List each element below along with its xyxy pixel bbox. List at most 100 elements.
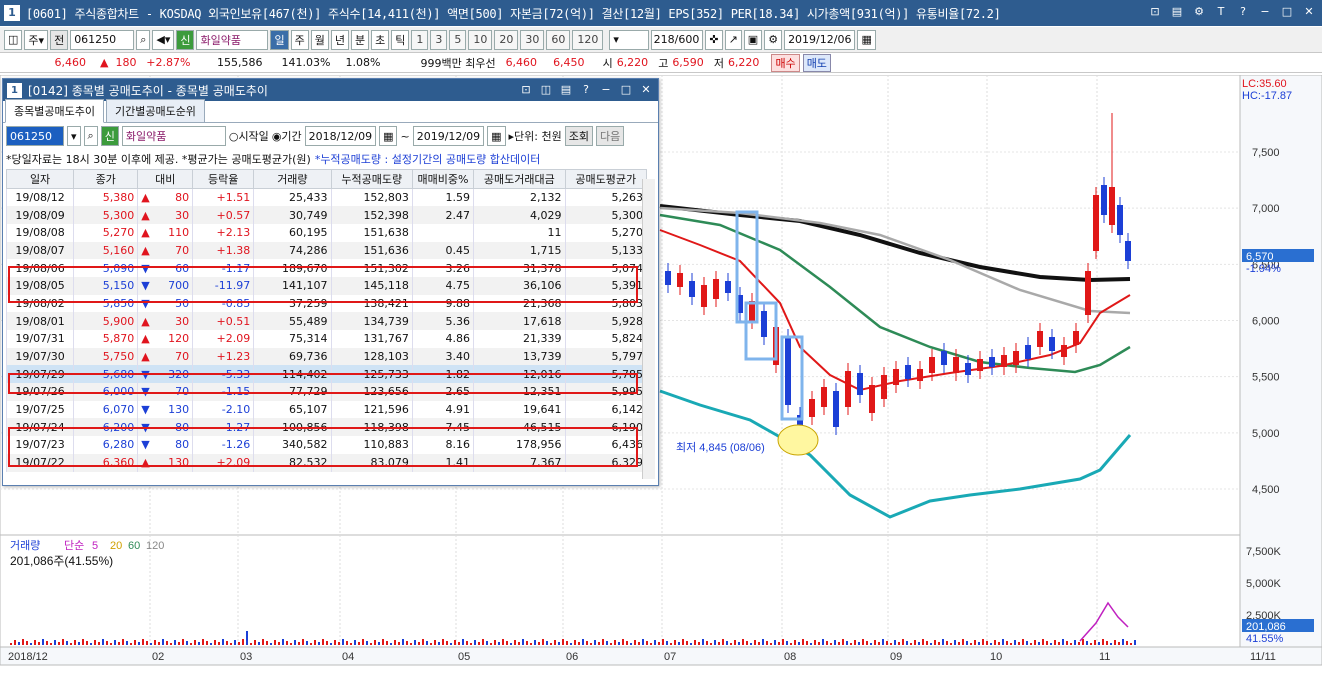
col-date[interactable]: 일자 xyxy=(5,169,75,189)
calendar-icon[interactable]: ▦ xyxy=(857,29,876,50)
cell-volume: 189,670 xyxy=(253,259,332,277)
minimize-icon[interactable]: − xyxy=(1256,4,1274,20)
last-price: 6,570 xyxy=(1246,251,1274,263)
period-second[interactable]: 초 xyxy=(371,29,390,50)
help-icon[interactable]: ? xyxy=(577,82,595,98)
save-icon[interactable]: ▤ xyxy=(557,82,575,98)
period-week[interactable]: 주 xyxy=(290,29,309,50)
interval-20[interactable]: 20 xyxy=(494,29,519,50)
table-row[interactable]: 19/07/23 6,280 ▼ 80 -1.26 340,582 110,883 8.16 1… xyxy=(5,436,648,454)
table-row[interactable]: 19/08/09 5,300 ▲ 30 +0.57 30,749 152,398 2.47 4,… xyxy=(5,206,648,224)
interval-60[interactable]: 60 xyxy=(546,29,571,50)
minimize-icon[interactable]: − xyxy=(597,82,615,98)
volume-bar xyxy=(342,639,344,645)
interval-120[interactable]: 120 xyxy=(572,29,604,50)
radio-start-date[interactable]: ○시작일 xyxy=(229,128,269,144)
close-icon[interactable]: ✕ xyxy=(1300,4,1318,20)
code-input[interactable]: 061250 xyxy=(6,126,64,146)
table-row[interactable]: 19/08/12 5,380 ▲ 80 +1.51 25,433 152,803 1.59 2,… xyxy=(5,188,648,207)
table-row[interactable]: 19/08/07 5,160 ▲ 70 +1.38 74,286 151,636 0.45 1,… xyxy=(5,241,648,260)
interval-dropdown[interactable]: ▾ xyxy=(609,29,650,50)
draw-icon[interactable]: ↗ xyxy=(724,29,742,50)
period-year[interactable]: 년 xyxy=(330,29,349,50)
interval-3[interactable]: 3 xyxy=(430,29,448,50)
help-icon[interactable]: ? xyxy=(1234,4,1252,20)
link-icon[interactable]: ⊡ xyxy=(1146,4,1164,20)
table-row[interactable]: 19/08/08 5,270 ▲ 110 +2.13 60,195 151,638 11 5,2… xyxy=(5,223,648,242)
next-button[interactable]: 다음 xyxy=(595,126,625,146)
period-tick[interactable]: 틱 xyxy=(391,29,410,50)
table-row[interactable]: 19/08/02 5,850 ▼ 50 -0.85 37,259 138,421 9.88 21… xyxy=(5,294,648,313)
maximize-icon[interactable]: □ xyxy=(617,82,635,98)
tools-icon[interactable]: ✜ xyxy=(705,29,723,50)
market-select[interactable]: 주▾ xyxy=(24,29,49,50)
font-icon[interactable]: T xyxy=(1212,4,1230,20)
radio-period[interactable]: ◉기간 xyxy=(272,128,302,144)
table-row[interactable]: 19/07/25 6,070 ▼ 130 -2.10 65,107 121,596 4.91 1… xyxy=(5,400,648,419)
table-row[interactable]: 19/07/26 6,000 ▼ 70 -1.15 77,729 123,656 2.65 12… xyxy=(5,383,648,401)
sound-icon[interactable]: ◀▾ xyxy=(152,29,175,50)
from-date-input[interactable]: 2018/12/09 xyxy=(304,126,377,146)
table-row[interactable]: 19/08/05 5,150 ▼ 700 -11.97 141,107 145,118 4.7… xyxy=(5,276,648,295)
save-chart-icon[interactable]: ▣ xyxy=(743,29,763,50)
x-tick-label: 04 xyxy=(342,651,354,663)
volume-bar xyxy=(618,642,620,645)
tab-stock-short-trend[interactable]: 종목별공매도추이 xyxy=(5,99,104,123)
table-row[interactable]: 19/08/01 5,900 ▲ 30 +0.51 55,489 134,739 5.36 17… xyxy=(5,312,648,330)
col-volume[interactable]: 거래량 xyxy=(253,169,332,189)
col-close[interactable]: 종가 xyxy=(73,169,139,189)
col-short-amount[interactable]: 공매도거래대금 xyxy=(472,169,566,189)
stock-code-input[interactable]: 061250 xyxy=(70,29,135,50)
from-calendar-icon[interactable]: ▦ xyxy=(379,126,398,146)
gear-icon[interactable]: ⚙ xyxy=(764,29,783,50)
table-row[interactable]: 19/07/24 6,200 ▼ 80 -1.27 100,856 118,398 7.45 4… xyxy=(5,418,648,437)
close-icon[interactable]: ✕ xyxy=(637,82,655,98)
interval-5[interactable]: 5 xyxy=(449,29,467,50)
col-rate[interactable]: 등락율 xyxy=(192,169,255,189)
maximize-icon[interactable]: □ xyxy=(1278,4,1296,20)
cell-amount: 11 xyxy=(472,223,566,242)
search-icon[interactable]: ⌕ xyxy=(83,126,98,146)
data-count[interactable]: 218/600 xyxy=(651,29,704,50)
col-change[interactable]: 대비 xyxy=(137,169,194,189)
col-cum-short[interactable]: 누적공매도량 xyxy=(330,169,413,189)
link-icon[interactable]: ⊡ xyxy=(517,82,535,98)
interval-30[interactable]: 30 xyxy=(520,29,545,50)
period-month[interactable]: 월 xyxy=(310,29,329,50)
table-row[interactable]: 19/07/29 5,680 ▼ 320 -5.33 114,402 125,733 1.82… xyxy=(5,365,648,384)
volume-bar xyxy=(338,642,340,645)
volume-bar xyxy=(1118,642,1120,645)
period-minute[interactable]: 분 xyxy=(350,29,370,50)
sell-button[interactable]: 매도 xyxy=(802,53,831,72)
prev-button[interactable]: 전 xyxy=(50,29,69,50)
col-short-avg[interactable]: 공매도평균가 xyxy=(564,169,648,189)
volume-bar xyxy=(622,639,624,645)
settings-icon[interactable]: ⚙ xyxy=(1190,4,1208,20)
buy-button[interactable]: 매수 xyxy=(771,53,800,72)
query-button[interactable]: 조회 xyxy=(564,126,593,146)
layout-icon[interactable]: ◫ xyxy=(537,82,555,98)
volume-bar xyxy=(566,641,568,645)
layout-icon[interactable]: ◫ xyxy=(4,29,23,50)
stock-badge: 신 xyxy=(100,126,119,146)
tab-period-short-rank[interactable]: 기간별공매도순위 xyxy=(105,99,205,122)
code-dropdown-icon[interactable]: ▾ xyxy=(67,126,81,146)
save-icon[interactable]: ▤ xyxy=(1168,4,1186,20)
date-input[interactable]: 2019/12/06 xyxy=(784,29,856,50)
table-row[interactable]: 19/07/31 5,870 ▲ 120 +2.09 75,314 131,767 4.86 2… xyxy=(5,330,648,348)
table-scrollbar[interactable] xyxy=(642,179,655,479)
interval-1[interactable]: 1 xyxy=(411,29,429,50)
y-tick-label: 7,000 xyxy=(1252,203,1280,215)
table-row[interactable]: 19/07/30 5,750 ▲ 70 +1.23 69,736 128,103 3.40 13… xyxy=(5,347,648,366)
interval-10[interactable]: 10 xyxy=(468,29,493,50)
table-row[interactable]: 19/07/22 6,360 ▲ 130 +2.09 82,532 83,079 1.41 7,… xyxy=(5,453,648,472)
volume-bar xyxy=(482,639,484,645)
to-date-input[interactable]: 2019/12/09 xyxy=(412,126,485,146)
volume-bar xyxy=(978,642,980,645)
to-calendar-icon[interactable]: ▦ xyxy=(487,126,506,146)
table-row[interactable]: 19/08/06 5,090 ▼ 60 -1.17 189,670 151,302 3.26 3… xyxy=(5,259,648,277)
period-day[interactable]: 일 xyxy=(270,29,289,50)
search-icon[interactable]: ⌕ xyxy=(136,29,151,50)
col-ratio[interactable]: 매매비중% xyxy=(411,169,474,189)
candle-body xyxy=(1025,345,1031,359)
